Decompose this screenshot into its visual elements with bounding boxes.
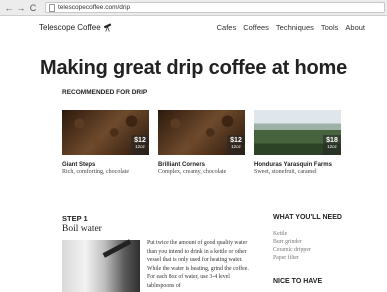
needs-list: Kettle Burr grinder Ceramic dripper Pape… <box>273 230 311 262</box>
site-logo[interactable]: Telescope Coffee <box>39 23 112 32</box>
nice-to-have-heading: NICE TO HAVE <box>273 278 323 285</box>
page-icon <box>49 3 55 12</box>
logo-text: Telescope Coffee <box>39 23 101 32</box>
kettle-spout <box>102 239 132 258</box>
list-item: Burr grinder <box>273 239 302 245</box>
price: $12 <box>134 137 146 144</box>
site-header: Telescope Coffee Cafes Coffees Technique… <box>0 18 387 40</box>
product-name[interactable]: Honduras Yarasquin Farms <box>254 162 341 168</box>
product-description: Rich, comforting, chocolate <box>62 169 129 175</box>
price-badge: $12 12oz <box>131 135 149 155</box>
nav-techniques[interactable]: Techniques <box>276 23 314 32</box>
product-name[interactable]: Giant Steps <box>62 162 149 168</box>
recommended-heading: RECOMMENDED FOR DRIP <box>62 89 148 96</box>
bag-size: 12oz <box>135 144 145 149</box>
bag-size: 12oz <box>231 144 241 149</box>
product-description: Complex, creamy, chocolate <box>158 169 227 175</box>
price-badge: $18 12oz <box>323 135 341 155</box>
product-card[interactable]: $12 12oz Brilliant Corners Complex, crea… <box>158 110 245 175</box>
price-badge: $12 12oz <box>227 135 245 155</box>
nav-about[interactable]: About <box>345 23 365 32</box>
step-instructions: Put twice the amount of good quality wat… <box>147 240 249 289</box>
nav-cafes[interactable]: Cafes <box>217 23 237 32</box>
list-item: Ceramic dripper <box>273 247 311 253</box>
nav-coffees[interactable]: Coffees <box>243 23 269 32</box>
browser-toolbar: ← → C telescopecoffee.com/drip <box>0 0 387 16</box>
needs-heading: WHAT YOU'LL NEED <box>273 214 342 221</box>
page-title: Making great drip coffee at home <box>40 57 347 79</box>
step-number: STEP 1 <box>62 214 88 223</box>
nav-tools[interactable]: Tools <box>321 23 339 32</box>
farm-landscape-image: $18 12oz <box>254 110 341 155</box>
coffee-beans-image: $12 12oz <box>62 110 149 155</box>
product-cards: $12 12oz Giant Steps Rich, comforting, c… <box>62 110 350 175</box>
step-title: Boil water <box>62 224 102 234</box>
telescope-icon <box>103 23 111 32</box>
price: $12 <box>230 137 242 144</box>
list-item: Paper filter <box>273 255 299 261</box>
main-nav: Cafes Coffees Techniques Tools About <box>217 23 365 32</box>
forward-arrow-icon[interactable]: → <box>15 2 27 14</box>
product-card[interactable]: $18 12oz Honduras Yarasquin Farms Sweet,… <box>254 110 341 175</box>
price: $18 <box>326 137 338 144</box>
product-name[interactable]: Brilliant Corners <box>158 162 245 168</box>
bag-size: 12oz <box>327 144 337 149</box>
back-arrow-icon[interactable]: ← <box>3 2 15 14</box>
coffee-beans-image: $12 12oz <box>158 110 245 155</box>
list-item: Kettle <box>273 231 288 237</box>
url-text: telescopecoffee.com/drip <box>58 4 131 11</box>
product-description: Sweet, stonefruit, caramel <box>254 169 317 175</box>
kettle-pouring-image <box>62 239 140 292</box>
product-card[interactable]: $12 12oz Giant Steps Rich, comforting, c… <box>62 110 149 175</box>
address-bar[interactable]: telescopecoffee.com/drip <box>45 2 385 13</box>
reload-icon[interactable]: C <box>27 2 39 14</box>
